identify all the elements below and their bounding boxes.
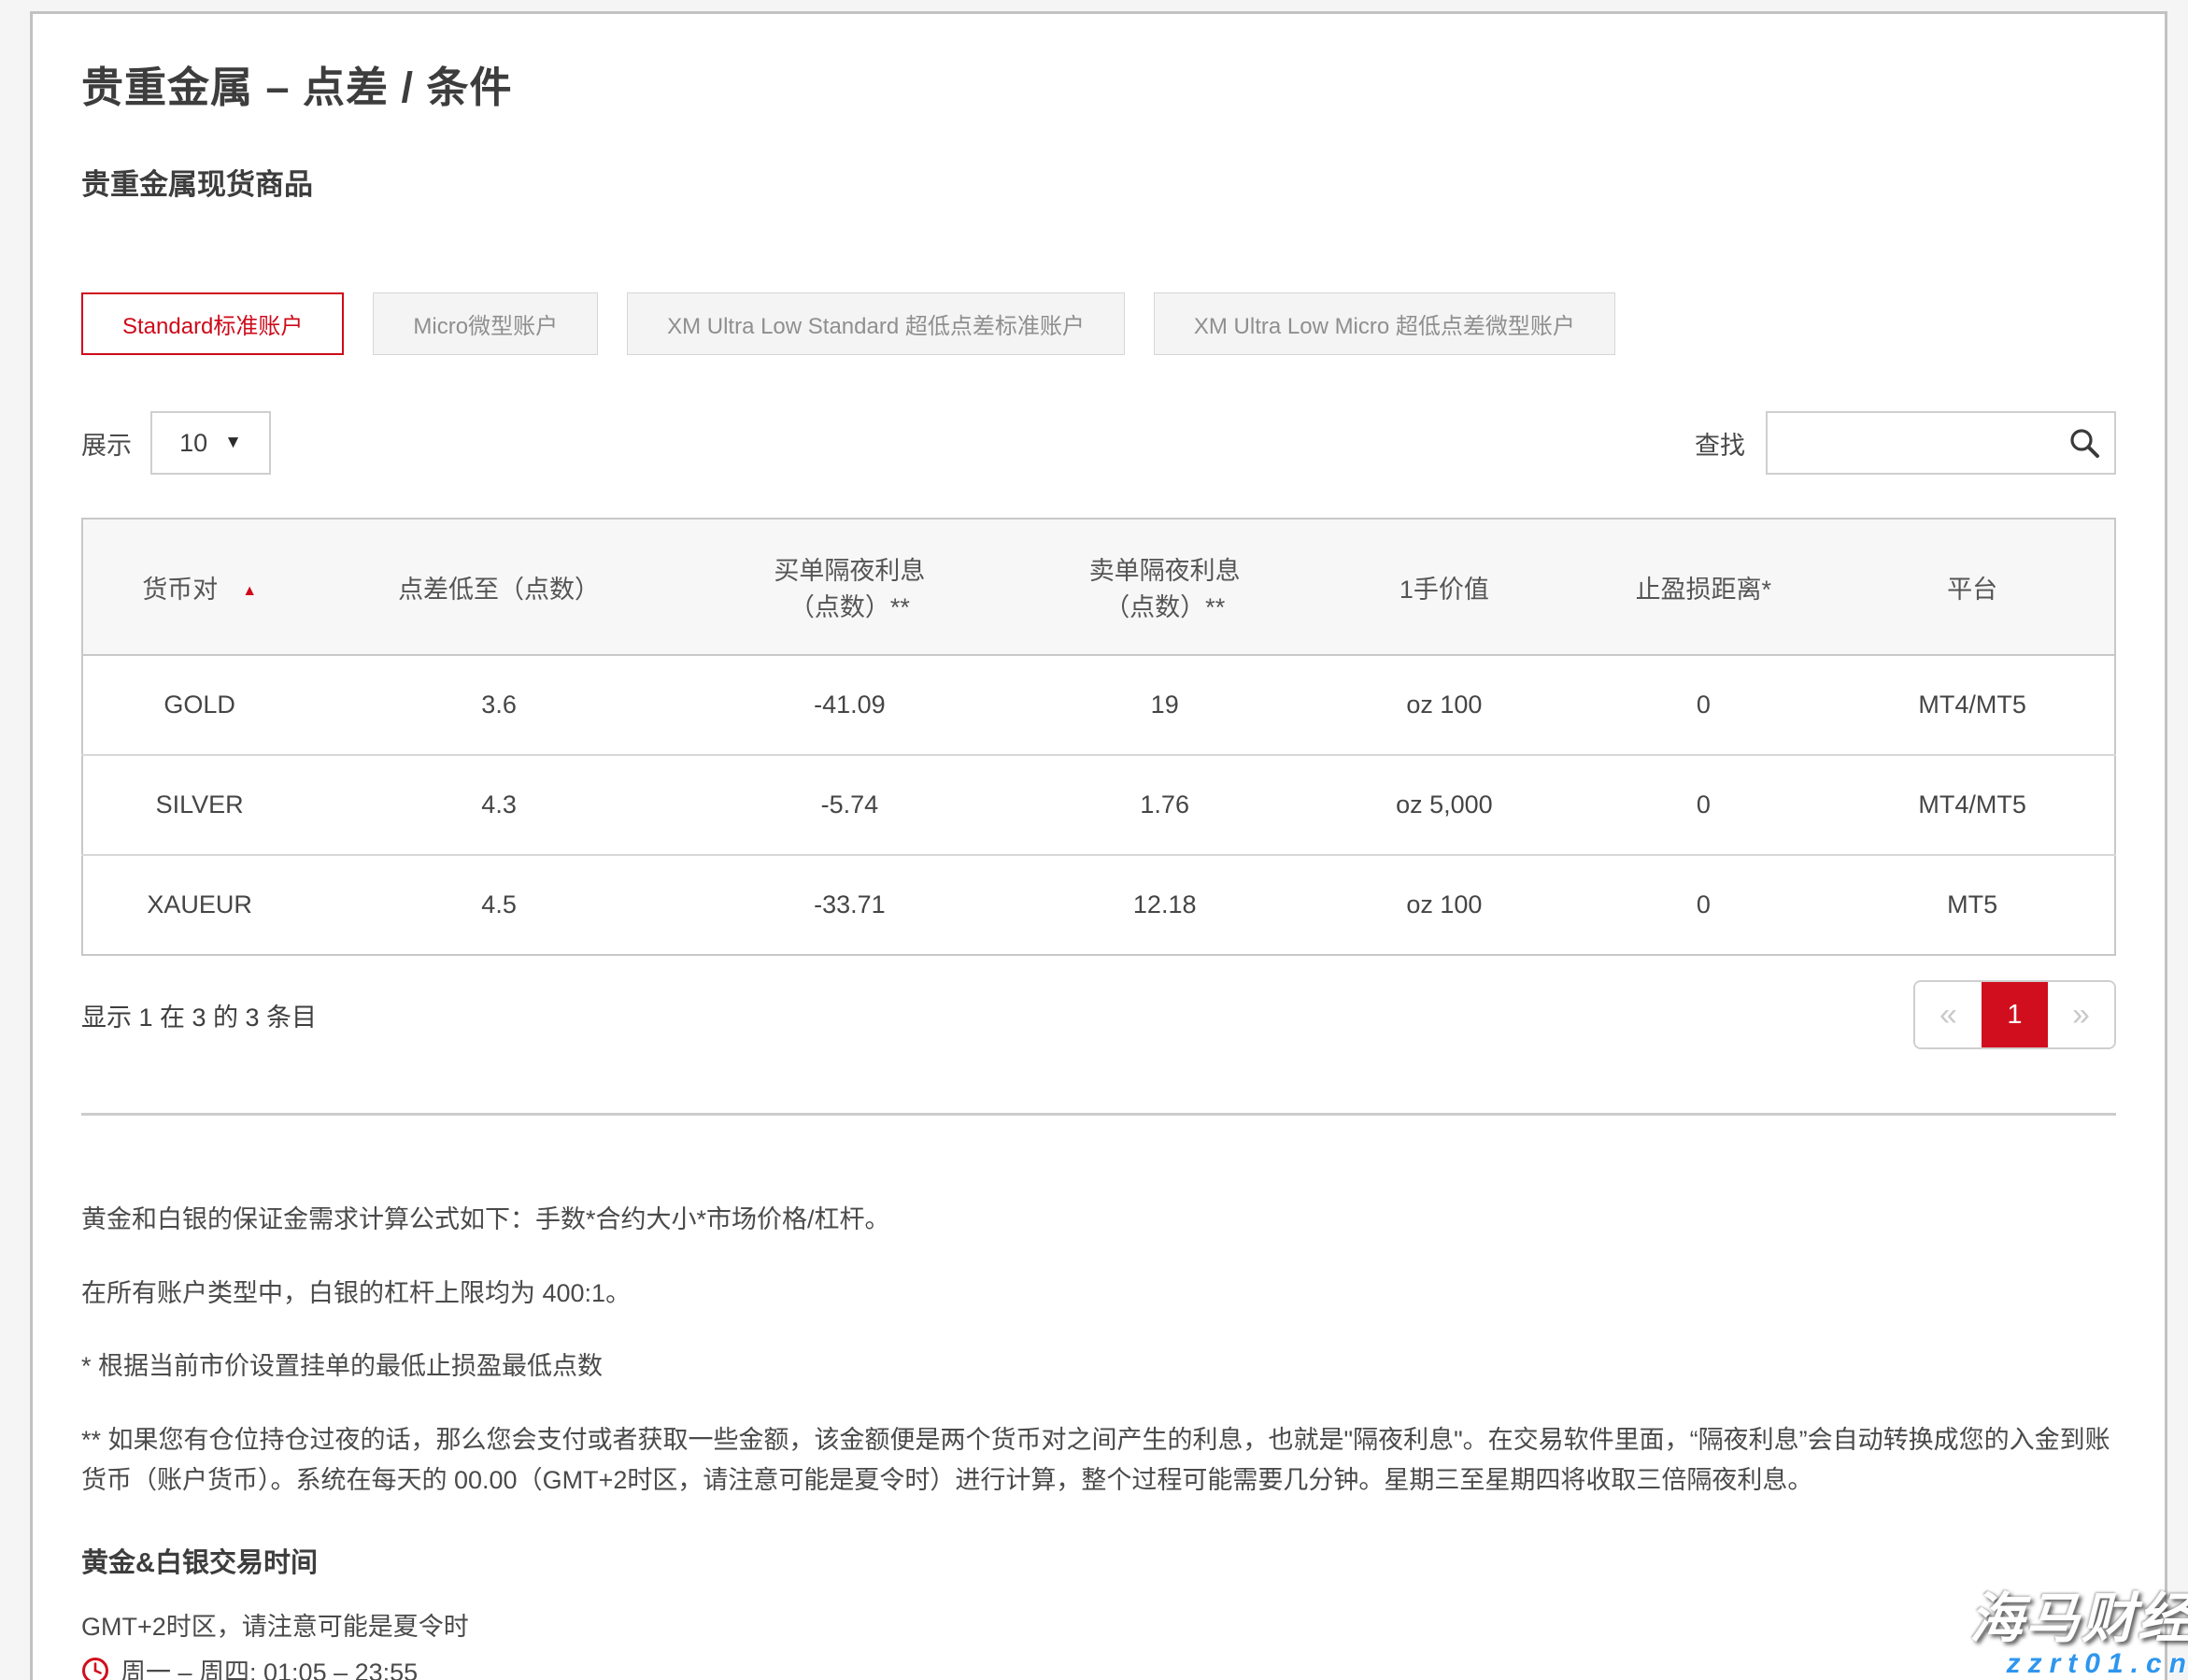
tab-ultra-low-standard-account[interactable]: XM Ultra Low Standard 超低点差标准账户 xyxy=(627,292,1125,355)
spreads-table: 货币对▲ 点差低至（点数） 买单隔夜利息 （点数）** 卖单隔夜利息 （点数）*… xyxy=(81,518,2116,956)
trading-hours-heading: 黄金&白银交易时间 xyxy=(81,1541,2116,1580)
schedule-weekdays-text: 周一 – 周四: 01:05 – 23:55 xyxy=(121,1652,418,1680)
table-controls: 展示 10 ▼ 查找 xyxy=(81,411,2116,475)
cell-limit-stop: 0 xyxy=(1576,755,1830,855)
chevrons-right-icon: » xyxy=(2072,997,2090,1033)
page-title: 贵重金属 – 点差 / 条件 xyxy=(81,53,2116,114)
account-type-tabs: Standard标准账户 Micro微型账户 XM Ultra Low Stan… xyxy=(81,292,2116,355)
column-header-lot-value[interactable]: 1手价值 xyxy=(1312,519,1576,655)
search-field-wrap xyxy=(1766,411,2116,475)
cell-spread: 4.5 xyxy=(316,855,682,955)
column-header-limit-stop[interactable]: 止盈损距离* xyxy=(1576,519,1830,655)
column-header-platform[interactable]: 平台 xyxy=(1830,519,2115,655)
table-row: GOLD 3.6 -41.09 19 oz 100 0 MT4/MT5 xyxy=(82,655,2115,755)
cell-symbol: GOLD xyxy=(82,655,316,755)
column-header-symbol[interactable]: 货币对▲ xyxy=(82,519,316,655)
pagination-prev-button[interactable]: « xyxy=(1915,982,1982,1047)
show-entries-label: 展示 xyxy=(81,425,132,462)
content-panel: 贵重金属 – 点差 / 条件 贵重金属现货商品 Standard标准账户 Mic… xyxy=(30,11,2167,1680)
column-header-spread[interactable]: 点差低至（点数） xyxy=(316,519,682,655)
cell-short-swap: 19 xyxy=(1017,655,1313,755)
cell-spread: 3.6 xyxy=(316,655,682,755)
table-row: SILVER 4.3 -5.74 1.76 oz 5,000 0 MT4/MT5 xyxy=(82,755,2115,855)
cell-symbol: XAUEUR xyxy=(82,855,316,955)
cell-platform: MT5 xyxy=(1830,855,2115,955)
tab-micro-account[interactable]: Micro微型账户 xyxy=(373,292,598,355)
clock-icon xyxy=(81,1657,109,1680)
stop-level-note: * 根据当前市价设置挂单的最低止损盈最低点数 xyxy=(81,1346,2116,1387)
column-header-short-swap[interactable]: 卖单隔夜利息 （点数）** xyxy=(1017,519,1313,655)
column-header-long-swap[interactable]: 买单隔夜利息 （点数）** xyxy=(682,519,1017,655)
cell-symbol: SILVER xyxy=(82,755,316,855)
margin-formula-note: 黄金和白银的保证金需求计算公式如下：手数*合约大小*市场价格/杠杆。 xyxy=(81,1200,2116,1240)
entries-summary: 显示 1 在 3 的 3 条目 xyxy=(81,997,317,1033)
cell-lot-value: oz 5,000 xyxy=(1312,755,1576,855)
search-icon[interactable] xyxy=(2066,424,2103,462)
page-size-value: 10 xyxy=(179,429,207,458)
page-size-select[interactable]: 10 ▼ xyxy=(150,411,271,475)
cell-limit-stop: 0 xyxy=(1576,855,1830,955)
cell-platform: MT4/MT5 xyxy=(1830,655,2115,755)
cell-platform: MT4/MT5 xyxy=(1830,755,2115,855)
cell-long-swap: -41.09 xyxy=(682,655,1017,755)
chevron-down-icon: ▼ xyxy=(224,433,242,453)
schedule-row-weekdays: 周一 – 周四: 01:05 – 23:55 xyxy=(81,1652,2116,1680)
cell-lot-value: oz 100 xyxy=(1312,655,1576,755)
cell-limit-stop: 0 xyxy=(1576,655,1830,755)
page-subtitle: 贵重金属现货商品 xyxy=(81,161,2116,203)
cell-short-swap: 12.18 xyxy=(1017,855,1313,955)
search-label: 查找 xyxy=(1695,425,1745,462)
tab-ultra-low-micro-account[interactable]: XM Ultra Low Micro 超低点差微型账户 xyxy=(1154,292,1615,355)
cell-spread: 4.3 xyxy=(316,755,682,855)
cell-long-swap: -33.71 xyxy=(682,855,1017,955)
chevrons-left-icon: « xyxy=(1939,997,1957,1033)
section-divider xyxy=(81,1113,2116,1116)
tab-standard-account[interactable]: Standard标准账户 xyxy=(81,292,344,355)
cell-lot-value: oz 100 xyxy=(1312,855,1576,955)
table-footer: 显示 1 在 3 的 3 条目 « 1 » xyxy=(81,980,2116,1049)
cell-short-swap: 1.76 xyxy=(1017,755,1313,855)
pagination: « 1 » xyxy=(1913,980,2116,1049)
timezone-note: GMT+2时区，请注意可能是夏令时 xyxy=(81,1606,2116,1643)
pagination-next-button[interactable]: » xyxy=(2048,982,2114,1047)
swap-note: ** 如果您有仓位持仓过夜的话，那么您会支付或者获取一些金额，该金额便是两个货币… xyxy=(81,1420,2116,1500)
pagination-page-1-button[interactable]: 1 xyxy=(1982,982,2048,1047)
table-row: XAUEUR 4.5 -33.71 12.18 oz 100 0 MT5 xyxy=(82,855,2115,955)
search-input[interactable] xyxy=(1766,411,2116,475)
sort-ascending-icon: ▲ xyxy=(242,583,257,599)
table-header-row: 货币对▲ 点差低至（点数） 买单隔夜利息 （点数）** 卖单隔夜利息 （点数）*… xyxy=(82,519,2115,655)
cell-long-swap: -5.74 xyxy=(682,755,1017,855)
leverage-note: 在所有账户类型中，白银的杠杆上限均为 400:1。 xyxy=(81,1274,2116,1314)
